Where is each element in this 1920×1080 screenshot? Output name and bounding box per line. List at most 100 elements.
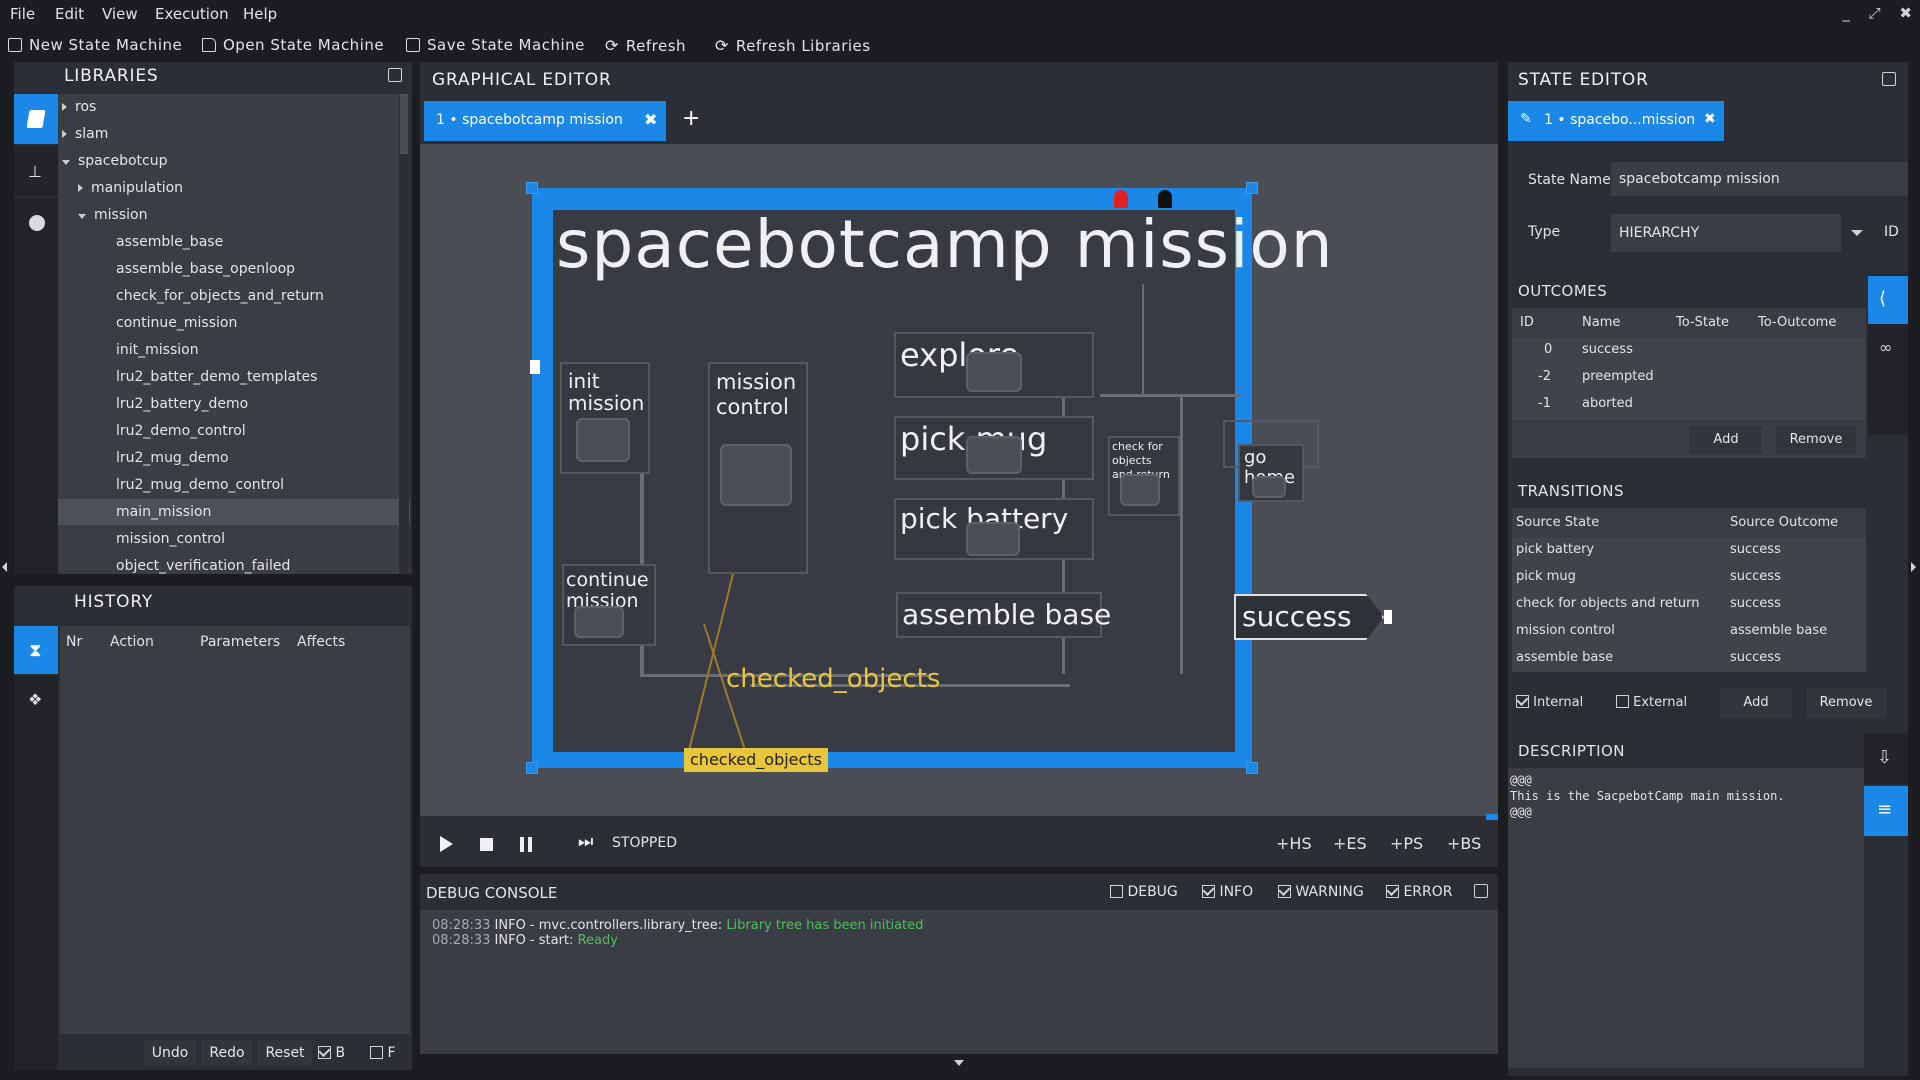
type-select[interactable]: HIERARCHY xyxy=(1611,214,1841,252)
folded-toggle[interactable]: F xyxy=(370,1045,396,1061)
library-tree-item[interactable]: object_verification_failed xyxy=(58,553,410,574)
filter-warning[interactable]: WARNING xyxy=(1278,884,1364,900)
library-tree-item[interactable]: lru2_mug_demo xyxy=(58,445,410,471)
debug-checkbox[interactable] xyxy=(1110,885,1123,898)
remove-transition-button[interactable]: Remove xyxy=(1806,688,1886,718)
library-tree-item[interactable]: lru2_batter_demo_templates xyxy=(58,364,410,390)
resize-handle-tl[interactable] xyxy=(526,182,538,194)
library-tree-item[interactable]: init_mission xyxy=(58,337,410,363)
outcome-name[interactable]: success xyxy=(1582,342,1633,357)
history-col-nr[interactable]: Nr xyxy=(66,634,82,650)
pause-icon[interactable] xyxy=(520,837,524,852)
modifications-tab[interactable]: ❖ xyxy=(14,676,58,724)
transition-col-source-outcome[interactable]: Source Outcome xyxy=(1730,515,1838,530)
scoped-variable-tag[interactable]: checked_objects xyxy=(684,748,828,772)
transition-row[interactable]: pick battery success xyxy=(1512,542,1866,564)
library-tree-item[interactable]: assemble_base xyxy=(58,229,410,255)
refresh-libraries-button[interactable]: ⟳ Refresh Libraries xyxy=(715,36,871,55)
checkbox-f[interactable] xyxy=(370,1046,383,1059)
editor-canvas[interactable]: spacebotcamp mission init mission missio… xyxy=(420,144,1498,826)
state-explore[interactable]: explore xyxy=(894,332,1094,398)
state-tree-tab[interactable]: ⊥ xyxy=(14,146,58,196)
close-state-tab-icon[interactable]: ✖ xyxy=(1704,111,1716,127)
new-state-machine-button[interactable]: New State Machine xyxy=(8,36,182,54)
stop-icon[interactable] xyxy=(480,838,493,851)
chevron-right-icon[interactable] xyxy=(62,103,67,111)
close-tab-icon[interactable]: ✖ xyxy=(644,110,657,129)
add-transition-button[interactable]: Add xyxy=(1720,688,1792,718)
filter-info[interactable]: INFO xyxy=(1202,884,1253,900)
undock-state-editor-icon[interactable] xyxy=(1882,72,1896,86)
state-continue-mission[interactable]: continue mission xyxy=(562,564,656,646)
chevron-down-icon[interactable] xyxy=(1851,230,1863,236)
menu-view[interactable]: View xyxy=(102,5,138,23)
outcome-name[interactable]: preempted xyxy=(1582,369,1654,384)
state-editor-tab[interactable]: ✎ 1 • spacebo...mission ✖ xyxy=(1508,101,1724,141)
library-scrollbar[interactable] xyxy=(399,94,409,574)
collapse-right-icon[interactable] xyxy=(1911,562,1916,572)
collapse-console-icon[interactable] xyxy=(954,1060,964,1066)
sort-tab[interactable]: ⇩ xyxy=(1864,734,1908,784)
pin-icon[interactable]: ✎ xyxy=(1520,111,1532,127)
history-tab[interactable]: ⧗ xyxy=(14,626,58,674)
add-barrier-state-button[interactable]: +BS xyxy=(1447,834,1481,853)
library-tree-item[interactable]: spacebotcup xyxy=(58,148,410,174)
filter-error[interactable]: ERROR xyxy=(1386,884,1453,900)
external-toggle[interactable]: External xyxy=(1616,695,1687,710)
outcome-col-name[interactable]: Name xyxy=(1582,315,1620,330)
success-port[interactable] xyxy=(1384,610,1392,624)
close-icon[interactable]: ✖ xyxy=(1899,4,1912,22)
filter-debug[interactable]: DEBUG xyxy=(1110,884,1178,900)
library-tree-item[interactable]: slam xyxy=(58,121,410,147)
save-state-machine-button[interactable]: Save State Machine xyxy=(406,36,585,54)
step-forward-icon[interactable]: ⏭ xyxy=(578,832,593,852)
library-tree-item[interactable]: assemble_base_openloop xyxy=(58,256,410,282)
resize-handle-tr[interactable] xyxy=(1246,182,1258,194)
right-collapse-bar[interactable] xyxy=(1908,62,1920,1080)
history-col-action[interactable]: Action xyxy=(110,634,154,650)
income-port[interactable] xyxy=(530,360,540,374)
remove-outcome-button[interactable]: Remove xyxy=(1776,426,1856,454)
add-outcome-button[interactable]: Add xyxy=(1690,426,1762,454)
resize-handle-bl[interactable] xyxy=(526,762,538,774)
library-scrollbar-thumb[interactable] xyxy=(400,94,408,154)
description-tab[interactable]: ≡ xyxy=(1864,786,1908,836)
external-checkbox[interactable] xyxy=(1616,695,1629,708)
state-assemble-base[interactable]: assemble base xyxy=(896,592,1111,638)
internal-checkbox[interactable] xyxy=(1516,695,1529,708)
library-tree-item[interactable]: lru2_mug_demo_control xyxy=(58,472,410,498)
editor-tab[interactable]: 1 • spacebotcamp mission ✖ xyxy=(424,101,666,141)
chevron-down-icon[interactable] xyxy=(78,214,86,219)
outcome-name[interactable]: aborted xyxy=(1582,396,1633,411)
library-tree-item[interactable]: mission_control xyxy=(58,526,410,552)
transition-row[interactable]: pick mug success xyxy=(1512,569,1866,591)
library-tree-item[interactable]: ros xyxy=(58,94,410,120)
add-tab-button[interactable]: + xyxy=(682,106,700,131)
menu-help[interactable]: Help xyxy=(243,5,277,23)
libraries-tab[interactable] xyxy=(14,94,58,144)
maximize-icon[interactable]: ⤢ xyxy=(1869,4,1881,22)
library-tree-item[interactable]: manipulation xyxy=(58,175,410,201)
collapse-left-icon[interactable] xyxy=(2,562,7,572)
chevron-down-icon[interactable] xyxy=(62,160,70,165)
left-collapse-bar[interactable] xyxy=(0,62,10,1080)
add-hierarchy-state-button[interactable]: +HS xyxy=(1276,834,1312,853)
state-name-input[interactable]: spacebotcamp mission xyxy=(1611,162,1911,196)
data-linkage-tab[interactable]: ∞ xyxy=(1868,326,1908,374)
state-pick-battery[interactable]: pick battery xyxy=(894,498,1094,560)
undock-icon[interactable] xyxy=(388,68,402,82)
branch-toggle[interactable]: B xyxy=(318,1045,345,1061)
state-go-home[interactable]: go home xyxy=(1238,444,1304,502)
history-col-parameters[interactable]: Parameters xyxy=(200,634,280,650)
state-init-mission[interactable]: init mission xyxy=(560,362,650,474)
state-check-for-objects[interactable]: check for objects and return xyxy=(1108,436,1180,516)
state-mission-control[interactable]: mission control xyxy=(708,362,808,574)
menu-execution[interactable]: Execution xyxy=(155,5,229,23)
checkbox-b[interactable] xyxy=(318,1046,331,1059)
description-text[interactable]: @@@ This is the SacpebotCamp main missio… xyxy=(1508,768,1864,1068)
outcome-col-to-outcome[interactable]: To-Outcome xyxy=(1758,315,1836,330)
undo-button[interactable]: Undo xyxy=(144,1040,196,1066)
transition-col-source-state[interactable]: Source State xyxy=(1516,515,1599,530)
outcome-success[interactable]: success xyxy=(1234,594,1384,640)
warning-checkbox[interactable] xyxy=(1278,885,1291,898)
